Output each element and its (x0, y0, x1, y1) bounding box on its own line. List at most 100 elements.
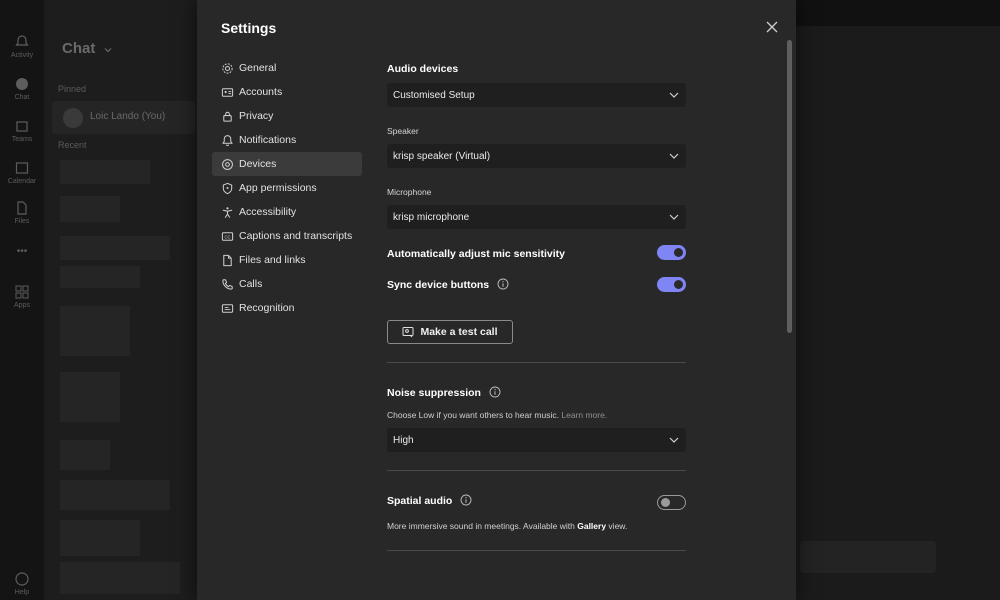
rail-label: Files (14, 218, 30, 225)
nav-item-label: Notifications (239, 134, 297, 146)
nav-item-calls[interactable]: Calls (212, 272, 362, 296)
chevron-down-icon (669, 437, 679, 443)
close-button[interactable] (763, 18, 781, 36)
recognition-icon (221, 302, 234, 315)
rail-apps[interactable]: Apps (0, 284, 44, 309)
nav-item-label: Devices (239, 158, 277, 170)
info-icon[interactable] (497, 278, 509, 290)
calendar-icon (15, 162, 29, 174)
info-icon[interactable] (460, 494, 472, 506)
apps-icon (15, 285, 29, 299)
bell-icon (221, 134, 234, 147)
nav-item-general[interactable]: General (212, 56, 362, 80)
cc-icon: CC (221, 230, 234, 243)
settings-nav: General Accounts Privacy Notifications D… (212, 56, 362, 320)
recent-label: Recent (58, 140, 87, 150)
chevron-down-icon[interactable] (104, 46, 112, 54)
microphone-value: krisp microphone (393, 211, 470, 223)
noise-desc-text: Choose Low if you want others to hear mu… (387, 410, 559, 420)
nav-item-recognition[interactable]: Recognition (212, 296, 362, 320)
speaker-select[interactable]: krisp speaker (Virtual) (387, 144, 686, 168)
list-item[interactable] (60, 372, 120, 422)
spatial-audio-row: Spatial audio (387, 494, 472, 507)
rail-label: Apps (14, 302, 30, 309)
audio-setup-value: Customised Setup (393, 89, 475, 101)
noise-suppression-value: High (393, 434, 414, 446)
nav-item-accessibility[interactable]: Accessibility (212, 200, 362, 224)
learn-more-link[interactable]: Learn more. (561, 410, 607, 420)
noise-suppression-select[interactable]: High (387, 428, 686, 452)
rail-more[interactable]: ••• (0, 246, 44, 257)
nav-item-files-links[interactable]: Files and links (212, 248, 362, 272)
spatial-audio-toggle[interactable] (657, 495, 686, 510)
microphone-label: Microphone (387, 187, 432, 197)
chat-title: Chat (62, 40, 96, 57)
nav-item-label: Captions and transcripts (239, 230, 353, 242)
list-item[interactable] (60, 306, 130, 356)
message-compose-box[interactable] (800, 541, 936, 573)
scrollbar[interactable] (787, 40, 792, 333)
microphone-select[interactable]: krisp microphone (387, 205, 686, 229)
speaker-label: Speaker (387, 126, 419, 136)
avatar (63, 108, 83, 128)
test-call-icon (402, 327, 414, 338)
audio-setup-select[interactable]: Customised Setup (387, 83, 686, 107)
make-test-call-button[interactable]: Make a test call (387, 320, 513, 344)
nav-item-devices[interactable]: Devices (212, 152, 362, 176)
list-item[interactable] (60, 160, 150, 184)
nav-item-label: Privacy (239, 110, 274, 122)
nav-item-label: Files and links (239, 254, 306, 266)
nav-item-captions[interactable]: CC Captions and transcripts (212, 224, 362, 248)
list-item[interactable] (60, 196, 120, 222)
list-item[interactable] (60, 440, 110, 470)
spatial-audio-heading: Spatial audio (387, 495, 453, 507)
app-rail: Activity Chat Teams Calendar Files ••• A… (0, 0, 44, 600)
rail-label: Help (14, 589, 30, 596)
rail-files[interactable]: Files (0, 200, 44, 225)
spatial-audio-desc: More immersive sound in meetings. Availa… (387, 521, 627, 531)
noise-suppression-heading: Noise suppression (387, 387, 481, 399)
conversation-pane (796, 0, 1000, 600)
sync-device-toggle[interactable] (657, 277, 686, 292)
spatial-desc-text: More immersive sound in meetings. Availa… (387, 521, 578, 531)
pinned-chat-name: Loic Lando (You) (90, 111, 166, 122)
nav-item-notifications[interactable]: Notifications (212, 128, 362, 152)
list-item[interactable] (60, 480, 170, 510)
nav-item-label: Accounts (239, 86, 283, 98)
rail-help[interactable]: Help (0, 571, 44, 596)
nav-item-accounts[interactable]: Accounts (212, 80, 362, 104)
info-icon[interactable] (489, 386, 501, 398)
noise-suppression-row: Noise suppression (387, 386, 501, 399)
nav-item-app-permissions[interactable]: App permissions (212, 176, 362, 200)
more-icon: ••• (16, 246, 28, 257)
shield-icon (221, 182, 234, 195)
gear-icon (221, 62, 234, 75)
nav-item-privacy[interactable]: Privacy (212, 104, 362, 128)
list-item[interactable] (60, 520, 140, 556)
rail-calendar[interactable]: Calendar (0, 160, 44, 185)
id-card-icon (221, 86, 234, 99)
rail-label: Chat (14, 94, 30, 101)
nav-item-label: App permissions (239, 182, 317, 194)
list-item[interactable] (60, 562, 180, 594)
rail-teams[interactable]: Teams (0, 118, 44, 143)
spatial-desc-tail: view. (606, 521, 628, 531)
list-item[interactable] (60, 266, 140, 288)
divider (387, 470, 686, 471)
accessibility-icon (221, 206, 234, 219)
rail-activity[interactable]: Activity (0, 34, 44, 59)
settings-dialog: Settings General Accounts Privacy Notifi… (197, 0, 796, 600)
chevron-down-icon (669, 214, 679, 220)
nav-item-label: Calls (239, 278, 263, 290)
rail-chat[interactable]: Chat (0, 76, 44, 101)
list-item[interactable] (60, 236, 170, 260)
test-call-label: Make a test call (420, 326, 498, 338)
rail-label: Calendar (7, 178, 37, 185)
rail-label: Activity (10, 52, 34, 59)
close-icon (766, 21, 778, 33)
rail-label: Teams (11, 136, 33, 143)
auto-adjust-label: Automatically adjust mic sensitivity (387, 248, 565, 260)
svg-text:CC: CC (224, 234, 230, 239)
auto-adjust-toggle[interactable] (657, 245, 686, 260)
nav-item-label: Recognition (239, 302, 295, 314)
